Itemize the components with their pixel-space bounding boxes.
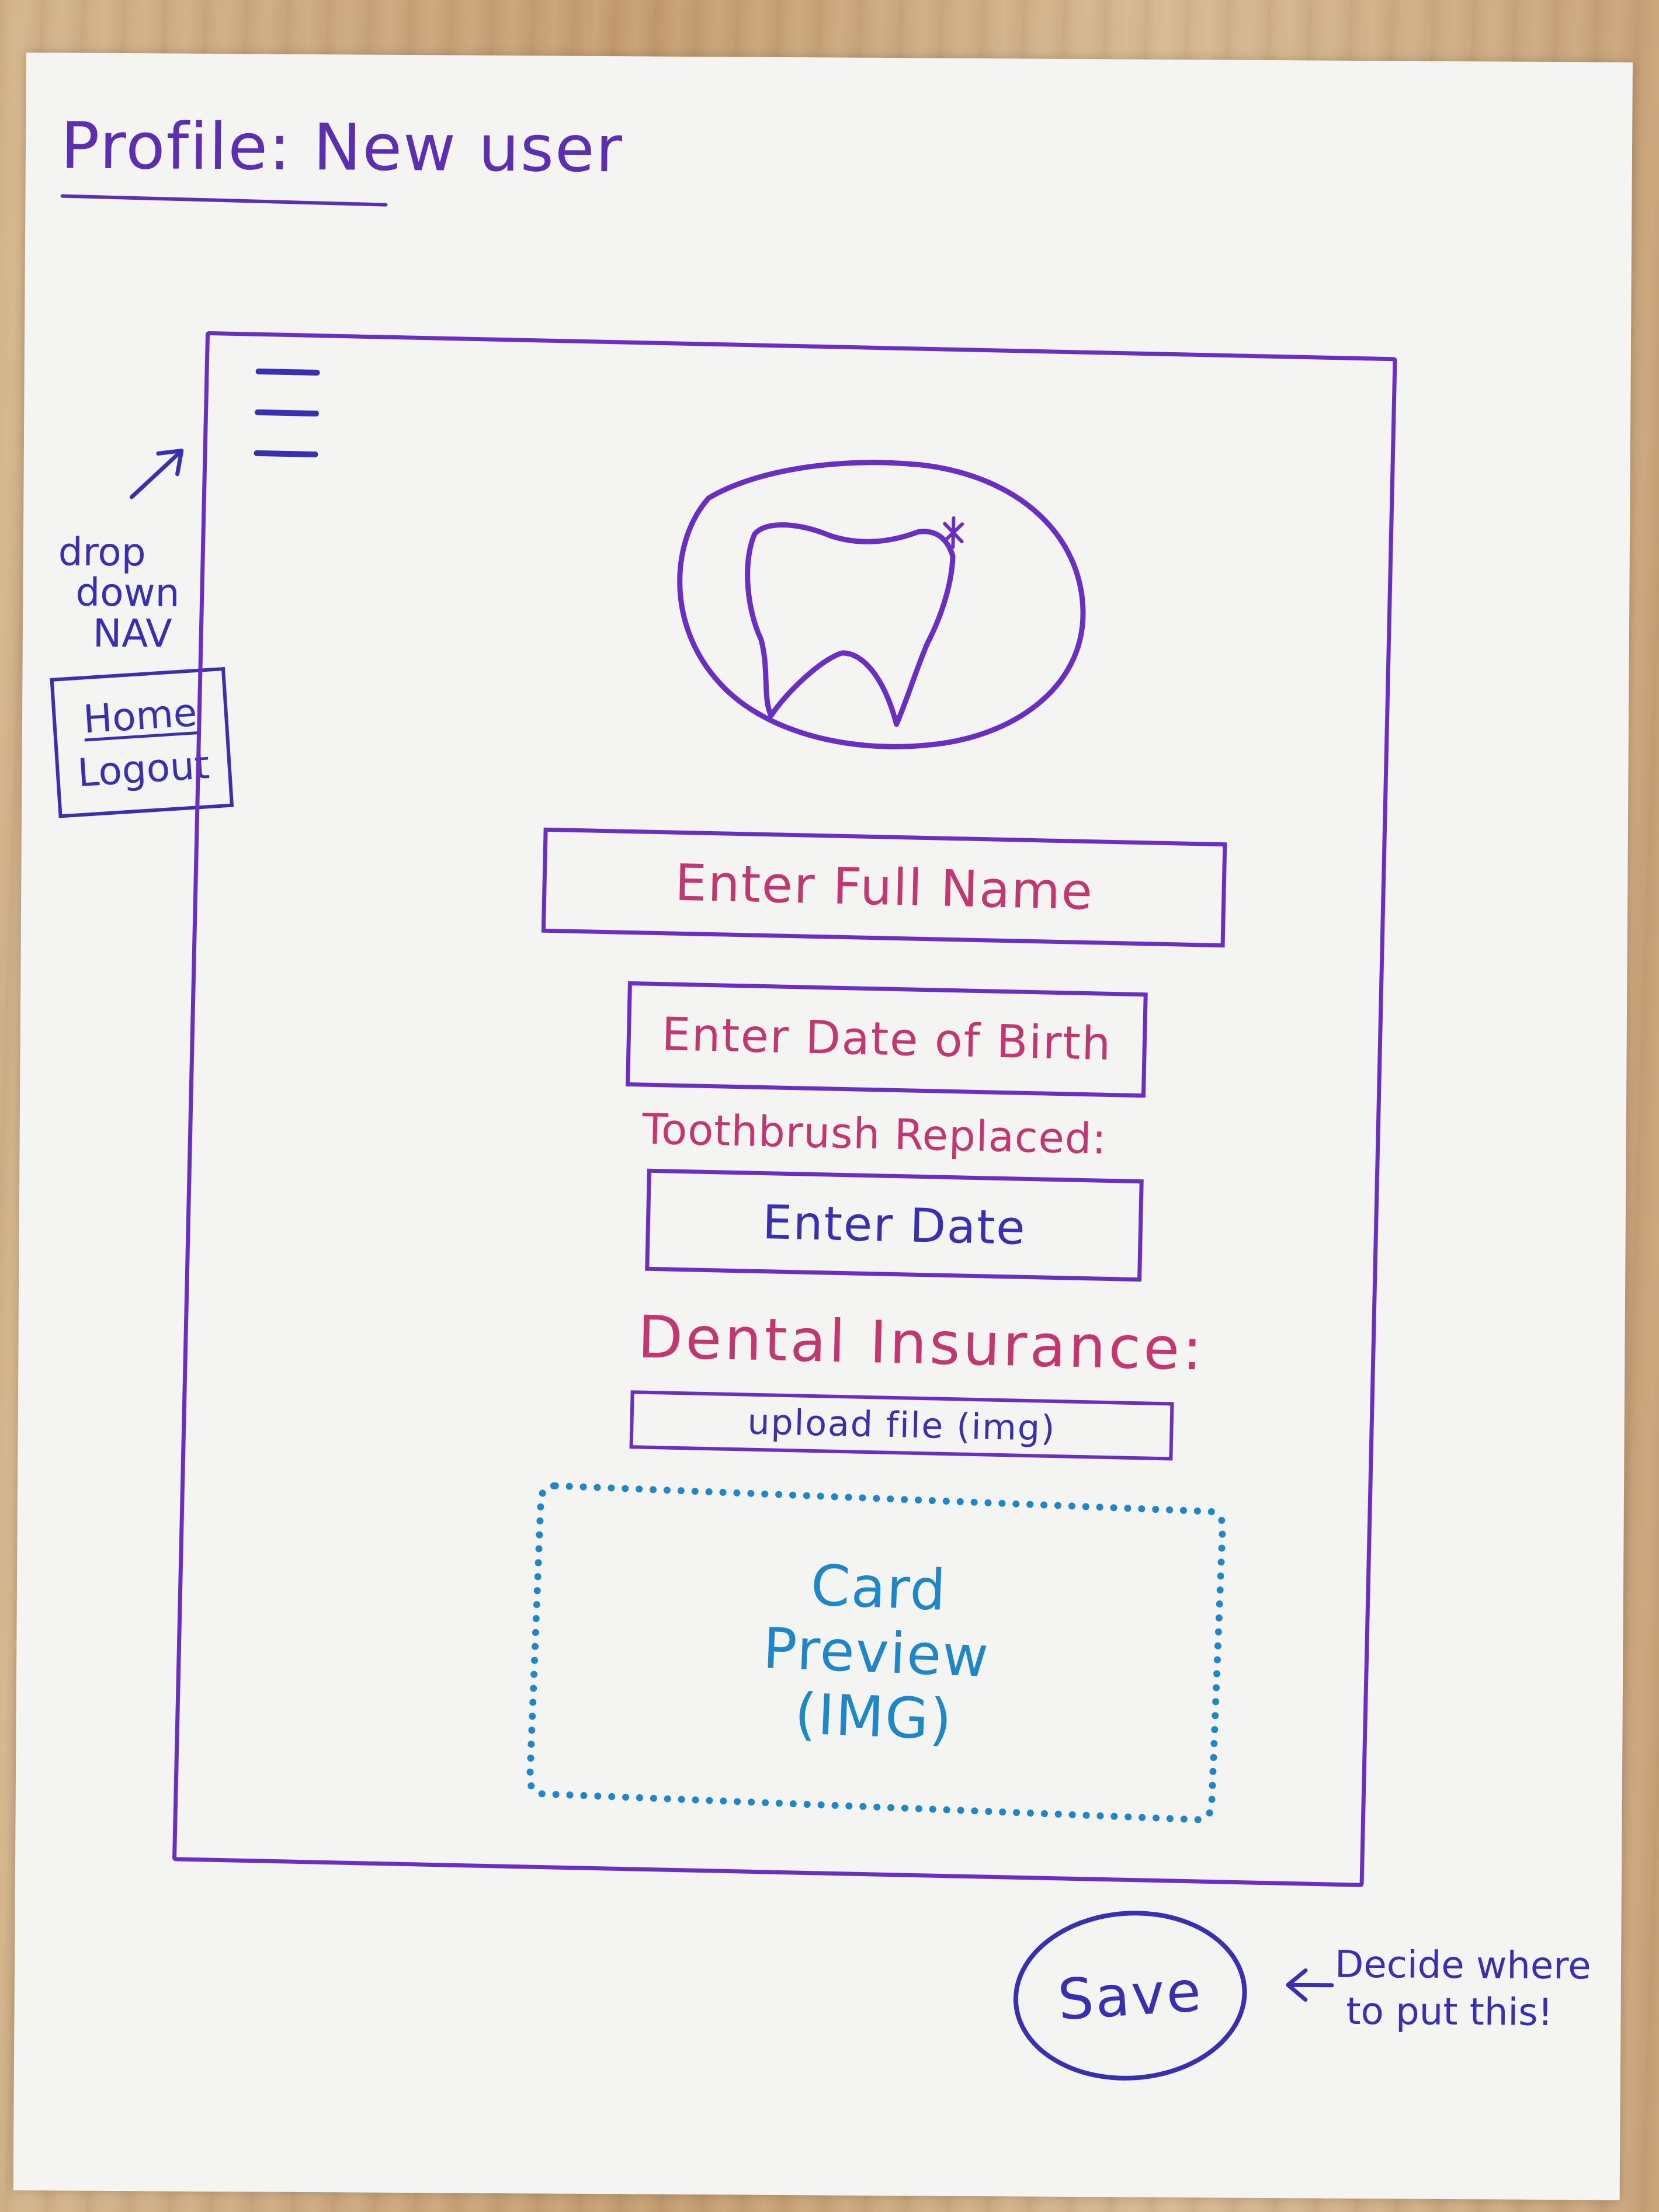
note-line: Decide where	[1334, 1943, 1591, 1988]
title-underline	[60, 194, 388, 207]
card-preview-line: Preview	[762, 1615, 991, 1690]
date-of-birth-input[interactable]: Enter Date of Birth	[626, 981, 1148, 1098]
hamburger-icon[interactable]	[254, 363, 320, 458]
save-placement-note: Decide where to put this!	[1334, 1942, 1591, 2037]
dental-insurance-label: Dental Insurance:	[637, 1303, 1206, 1384]
dropdown-nav-note: drop down NAV	[58, 529, 180, 657]
nav-item-logout[interactable]: Logout	[76, 742, 210, 796]
full-name-input[interactable]: Enter Full Name	[541, 827, 1227, 948]
hamburger-line	[255, 368, 320, 376]
upload-file-label: upload file (img)	[747, 1401, 1057, 1450]
full-name-placeholder: Enter Full Name	[674, 853, 1094, 922]
hamburger-line	[254, 409, 320, 417]
save-button-label: Save	[1056, 1958, 1205, 2033]
toothbrush-replaced-label: Toothbrush Replaced:	[641, 1104, 1108, 1164]
arrow-left-icon	[1286, 1968, 1334, 2002]
arrow-up-right-icon	[129, 449, 184, 499]
nav-item-home[interactable]: Home	[82, 690, 198, 742]
note-line: drop	[58, 529, 146, 575]
upload-file-button[interactable]: upload file (img)	[629, 1390, 1174, 1461]
date-of-birth-placeholder: Enter Date of Birth	[661, 1008, 1113, 1071]
toothbrush-date-placeholder: Enter Date	[762, 1195, 1027, 1255]
save-button[interactable]: Save	[1008, 1904, 1252, 2088]
hamburger-line	[254, 450, 318, 458]
card-preview-image: Card Preview (IMG)	[525, 1481, 1227, 1824]
card-preview-line: (IMG)	[793, 1681, 954, 1753]
note-line: NAV	[92, 610, 172, 657]
note-line: down	[75, 570, 180, 616]
toothbrush-date-input[interactable]: Enter Date	[645, 1168, 1144, 1282]
tooth-icon	[677, 460, 1086, 749]
sketch-paper: Profile: New user drop down NAV Home Log…	[13, 53, 1633, 2200]
page-title: Profile: New user	[60, 108, 624, 187]
card-preview-line: Card	[809, 1553, 948, 1624]
app-screen-frame: Enter Full Name Enter Date of Birth Toot…	[172, 331, 1397, 1887]
note-line: to put this!	[1346, 1989, 1553, 2035]
